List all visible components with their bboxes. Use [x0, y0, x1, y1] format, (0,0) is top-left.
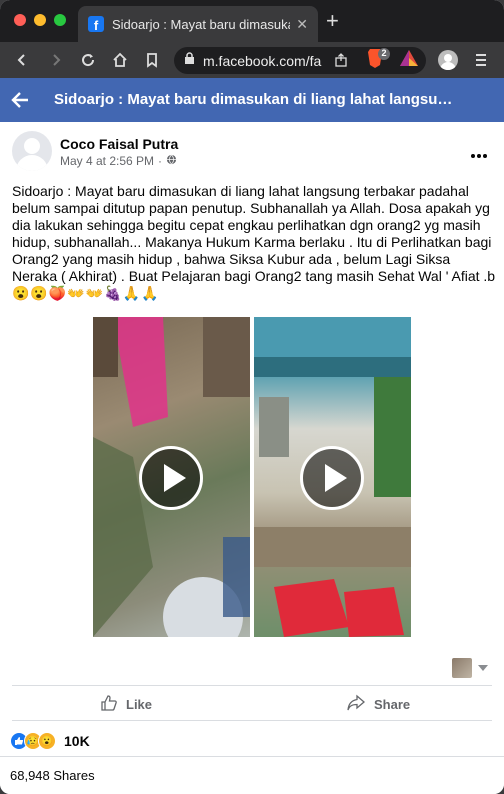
back-arrow-icon[interactable] [10, 90, 30, 115]
tab-title: Sidoarjo : Mayat baru dimasukan [112, 16, 291, 32]
post-emojis: 😮😮🍑👐👐🍇🙏🙏 [12, 285, 160, 301]
play-button-icon[interactable] [300, 446, 364, 510]
divider [0, 756, 504, 757]
reload-button[interactable] [74, 46, 102, 74]
lock-icon [184, 51, 195, 70]
reaction-summary[interactable]: 😥 😮 10K [10, 732, 90, 750]
dot-separator: · [158, 154, 163, 168]
new-tab-button[interactable]: + [326, 10, 339, 32]
like-button[interactable]: Like [100, 694, 152, 715]
reaction-count: 10K [64, 733, 90, 749]
globe-icon [166, 154, 177, 168]
video-thumbnail-right[interactable] [254, 317, 411, 637]
browser-menu-icon[interactable] [474, 51, 488, 74]
maximize-window-button[interactable] [54, 14, 66, 26]
video-thumbnail-left[interactable] [93, 317, 250, 637]
like-label: Like [126, 697, 153, 712]
post-card: Coco Faisal Putra May 4 at 2:56 PM · Sid… [0, 122, 504, 794]
share-button[interactable]: Share [346, 694, 410, 715]
shield-badge: 2 [381, 48, 387, 58]
share-label: Share [374, 697, 411, 712]
author-name[interactable]: Coco Faisal Putra [60, 136, 178, 152]
home-button[interactable] [106, 46, 134, 74]
page-title: Sidoarjo : Mayat baru dimasukan di liang… [54, 91, 453, 108]
minimize-window-button[interactable] [34, 14, 46, 26]
share-arrow-icon [346, 694, 366, 715]
wow-reaction-icon: 😮 [38, 732, 56, 750]
author-avatar[interactable] [12, 131, 52, 171]
shares-count[interactable]: 68,948 Shares [10, 768, 95, 783]
post-meta: May 4 at 2:56 PM · [60, 154, 177, 168]
back-button[interactable] [8, 46, 36, 74]
post-timestamp[interactable]: May 4 at 2:56 PM [60, 154, 154, 168]
brave-rewards-icon[interactable] [398, 48, 420, 75]
facebook-header: Sidoarjo : Mayat baru dimasukan di liang… [0, 78, 504, 122]
close-tab-icon[interactable]: ✕ [296, 16, 308, 33]
more-options-icon[interactable] [470, 146, 488, 164]
browser-window: f Sidoarjo : Mayat baru dimasukan ✕ + m.… [0, 0, 504, 794]
url-text: m.facebook.com/fa [203, 52, 322, 69]
browser-tab[interactable]: f Sidoarjo : Mayat baru dimasukan ✕ [78, 6, 318, 42]
browser-toolbar: m.facebook.com/fa 2 [0, 42, 504, 78]
divider [12, 685, 492, 686]
divider [12, 720, 492, 721]
close-window-button[interactable] [14, 14, 26, 26]
play-button-icon[interactable] [139, 446, 203, 510]
profile-avatar[interactable] [438, 50, 458, 70]
thumbs-up-icon [100, 694, 118, 715]
reactor-avatar[interactable] [452, 658, 472, 678]
tab-strip: f Sidoarjo : Mayat baru dimasukan ✕ + [0, 0, 504, 42]
post-body: Sidoarjo : Mayat baru dimasukan di liang… [12, 183, 496, 284]
forward-button[interactable] [42, 46, 70, 74]
brave-shields-icon[interactable]: 2 [367, 47, 391, 74]
bookmark-icon[interactable] [138, 46, 166, 74]
facebook-favicon-icon: f [88, 16, 104, 32]
post-text: Sidoarjo : Mayat baru dimasukan di liang… [12, 183, 496, 302]
share-url-icon[interactable] [334, 53, 348, 72]
chevron-down-icon[interactable] [478, 665, 488, 671]
